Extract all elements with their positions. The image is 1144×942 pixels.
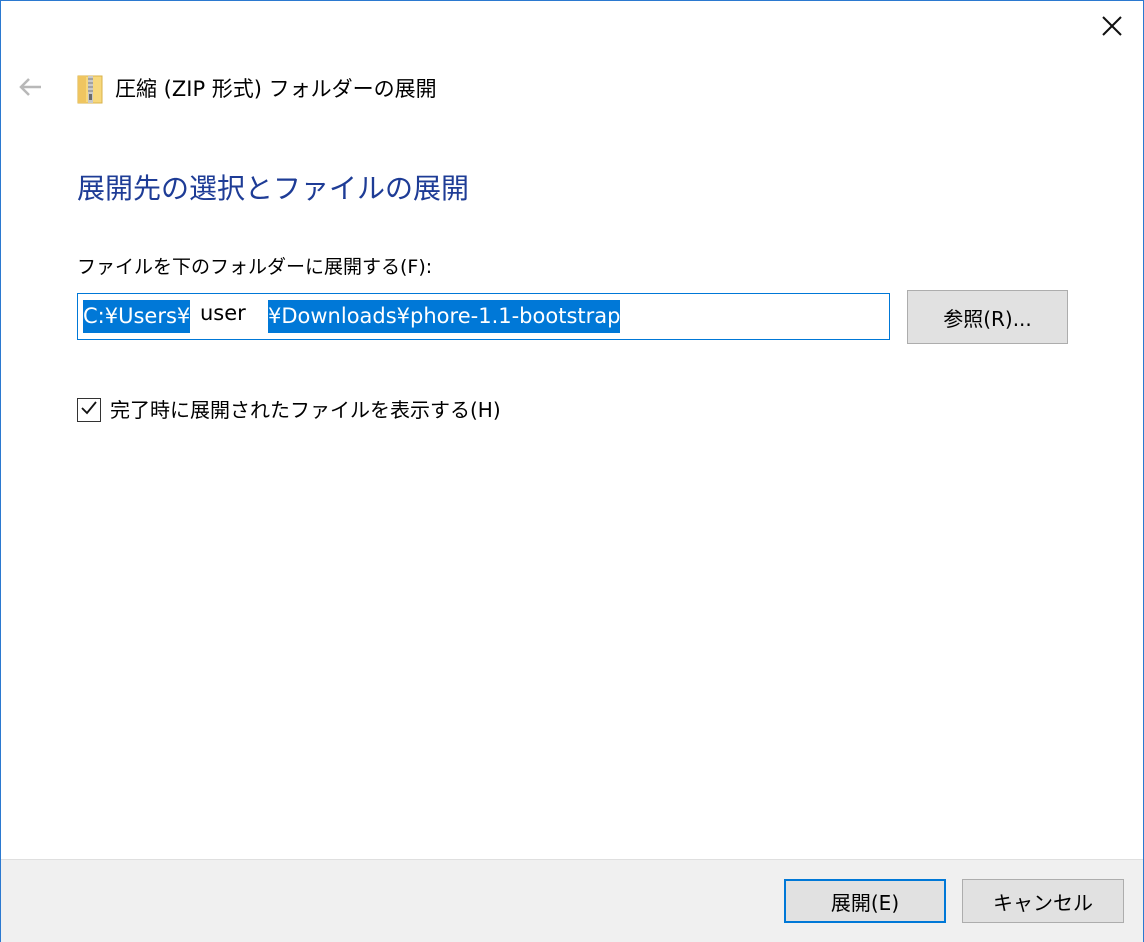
cancel-button[interactable]: キャンセル bbox=[962, 879, 1124, 923]
show-files-checkbox[interactable]: 完了時に展開されたファイルを表示する(H) bbox=[77, 395, 501, 425]
back-button[interactable] bbox=[13, 73, 47, 105]
close-button[interactable] bbox=[1093, 11, 1131, 45]
path-suffix: ¥Downloads¥phore-1.1-bootstrap bbox=[268, 300, 621, 333]
close-icon bbox=[1101, 15, 1123, 41]
path-user: user bbox=[200, 301, 246, 325]
extract-zip-dialog: 圧縮 (ZIP 形式) フォルダーの展開 展開先の選択とファイルの展開 ファイル… bbox=[0, 0, 1144, 942]
destination-label: ファイルを下のフォルダーに展開する(F): bbox=[77, 256, 433, 278]
window-title: 圧縮 (ZIP 形式) フォルダーの展開 bbox=[115, 77, 437, 101]
dialog-footer: 展開(E) キャンセル bbox=[1, 859, 1143, 942]
extract-button[interactable]: 展開(E) bbox=[784, 879, 946, 923]
page-heading: 展開先の選択とファイルの展開 bbox=[77, 172, 470, 205]
checkbox-label: 完了時に展開されたファイルを表示する(H) bbox=[110, 398, 501, 422]
path-prefix: C:¥Users¥ bbox=[83, 300, 191, 333]
checkbox-box[interactable] bbox=[77, 398, 101, 422]
checkmark-icon bbox=[80, 399, 98, 421]
browse-button[interactable]: 参照(R)... bbox=[907, 290, 1068, 344]
back-arrow-icon bbox=[17, 77, 43, 101]
destination-path-input[interactable]: C:¥Users¥ user ¥Downloads¥phore-1.1-boot… bbox=[77, 293, 890, 340]
zip-folder-icon bbox=[77, 73, 103, 105]
